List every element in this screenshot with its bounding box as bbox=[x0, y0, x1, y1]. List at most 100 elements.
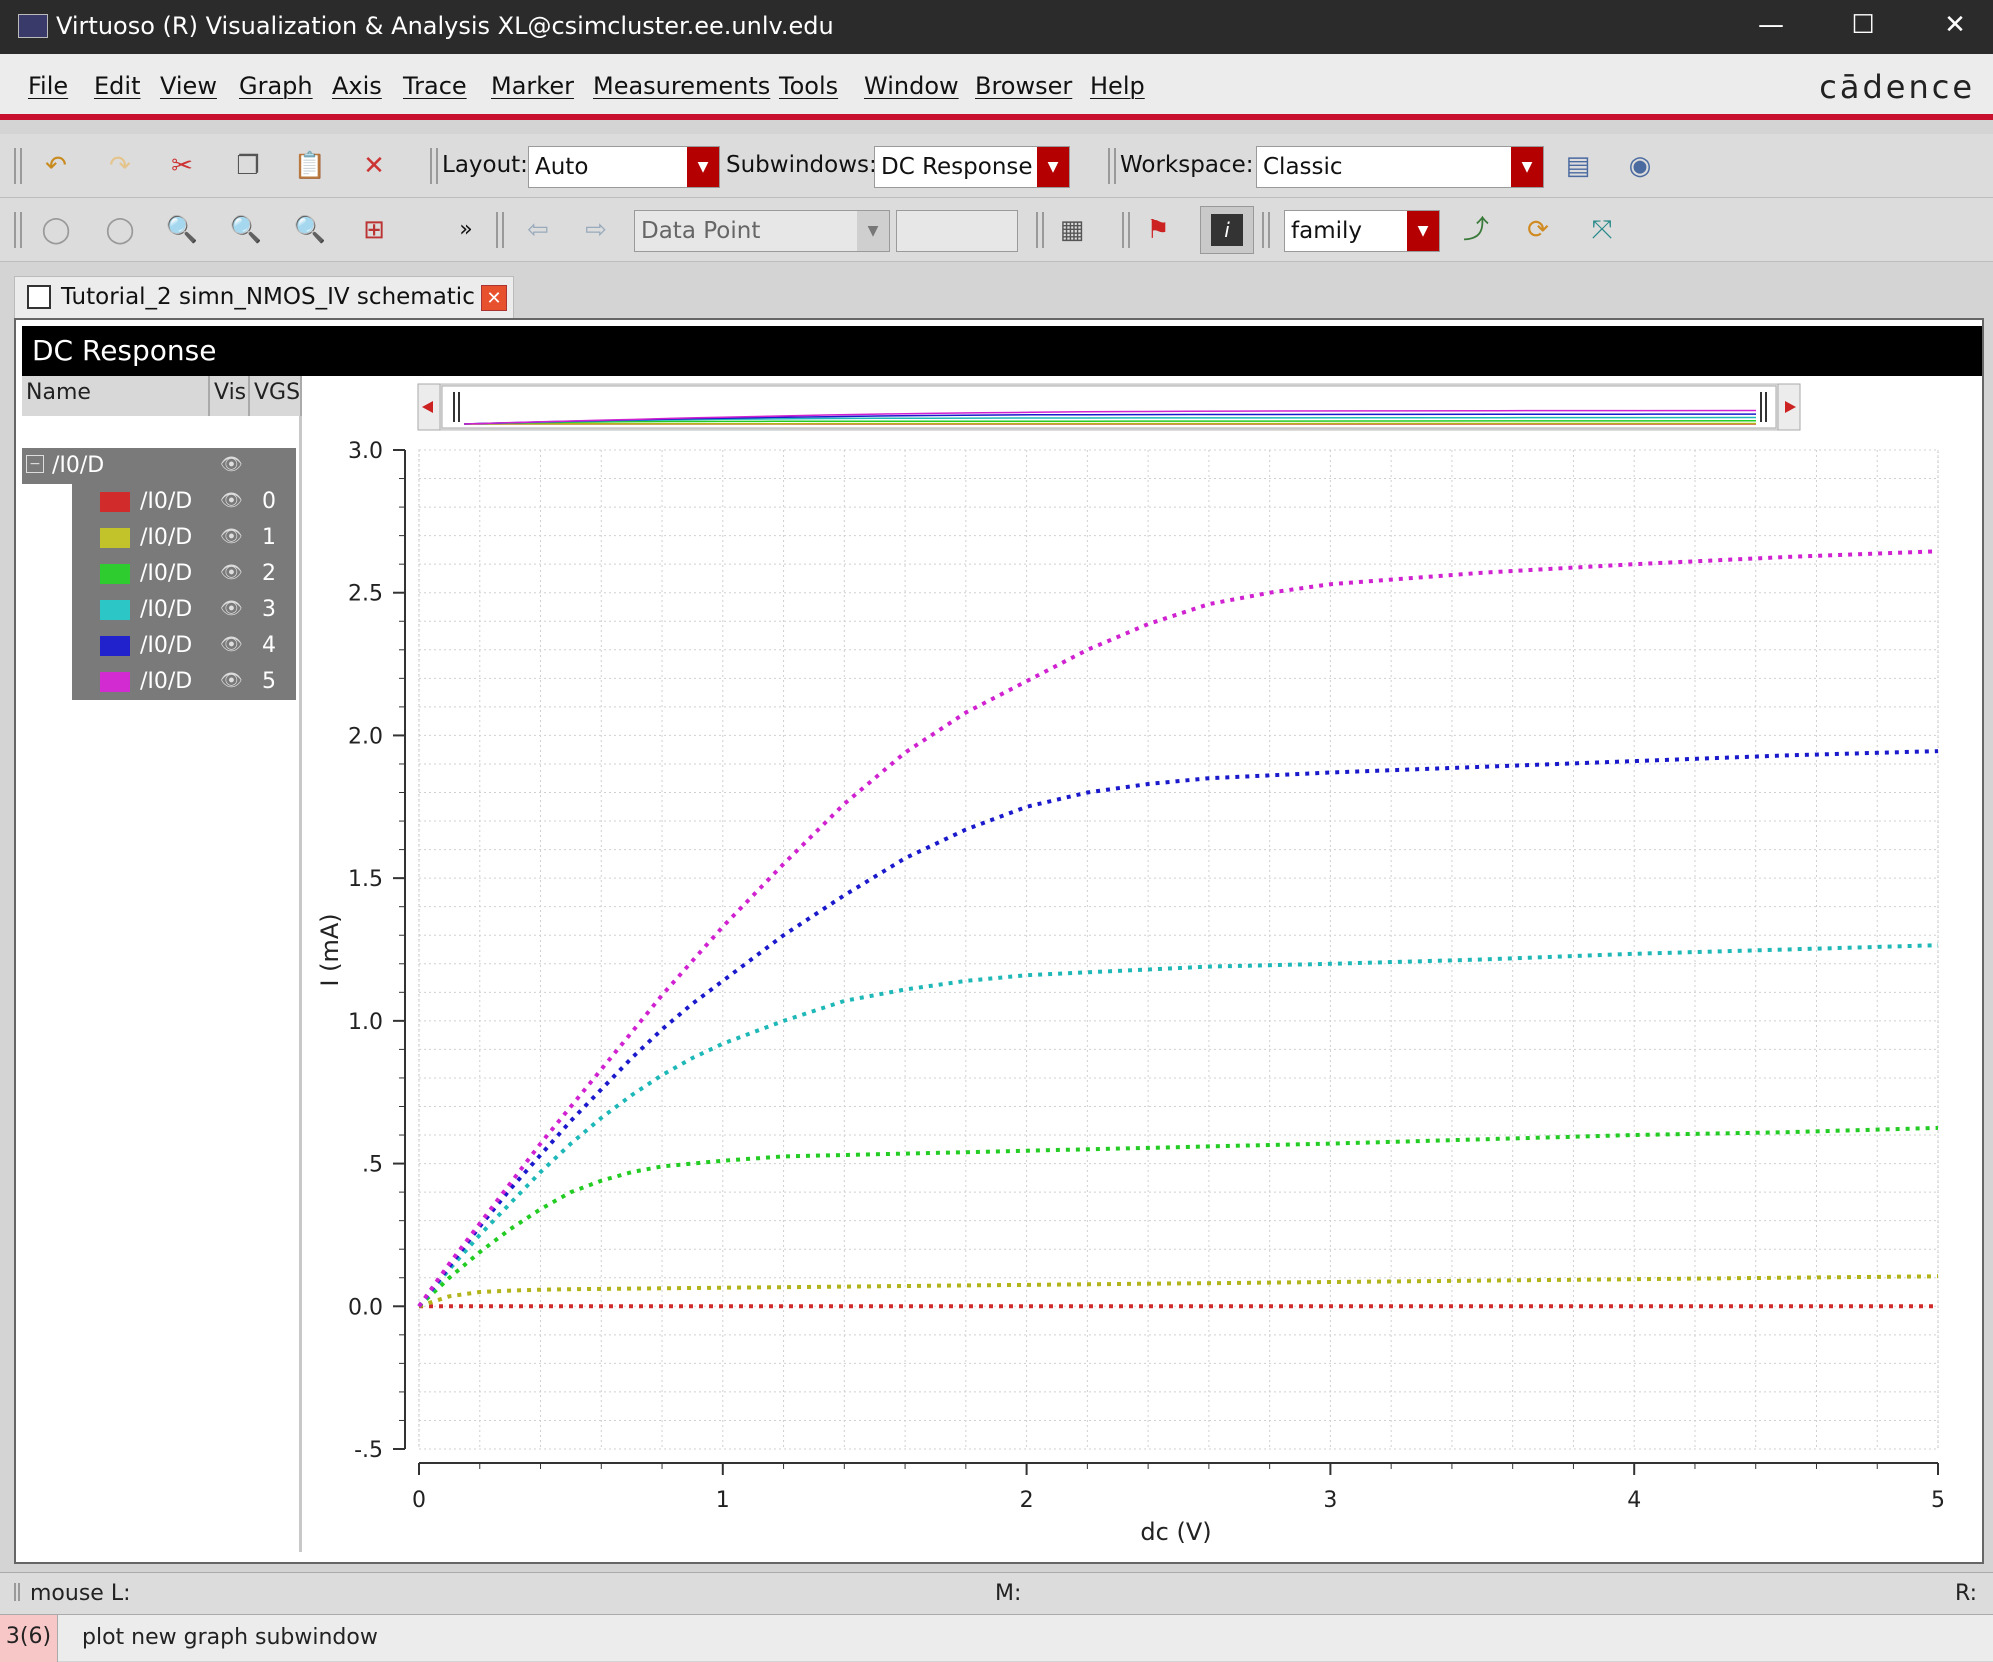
subwindow-title: DC Response bbox=[22, 326, 1982, 376]
zoom-icon[interactable]: 🔍 bbox=[162, 210, 202, 250]
status-grip bbox=[14, 1583, 20, 1601]
visibility-eye-icon[interactable]: 👁 bbox=[220, 670, 243, 691]
menu-trace[interactable]: Trace bbox=[403, 72, 467, 100]
toolbar-grip[interactable] bbox=[1122, 212, 1130, 248]
menu-help[interactable]: Help bbox=[1090, 72, 1145, 100]
flag-icon[interactable]: ⚑ bbox=[1138, 210, 1178, 250]
calculator-icon[interactable]: ▦ bbox=[1052, 210, 1092, 250]
menu-browser[interactable]: Browser bbox=[975, 72, 1072, 100]
marker-mode-select[interactable]: Data Point ▼ bbox=[634, 210, 890, 252]
marker-value-input[interactable] bbox=[896, 210, 1018, 252]
x-axis-label: dc (V) bbox=[1140, 1518, 1211, 1546]
window-title: Virtuoso (R) Visualization & Analysis XL… bbox=[56, 12, 834, 40]
paste-icon[interactable]: 📋 bbox=[290, 146, 330, 186]
menu-axis[interactable]: Axis bbox=[332, 72, 382, 100]
x-tick-label: 2 bbox=[1020, 1488, 1034, 1513]
menu-tools[interactable]: Tools bbox=[779, 72, 838, 100]
visibility-eye-icon[interactable]: 👁 bbox=[220, 598, 243, 619]
menu-marker[interactable]: Marker bbox=[491, 72, 574, 100]
trace-row[interactable]: /I0/D 👁 3 bbox=[72, 592, 296, 628]
layout-select[interactable]: Auto ▼ bbox=[528, 146, 720, 188]
graph-toolbar: ◯ ◯ 🔍 🔍 🔍 ⊞ » ⇦ ⇨ Data Point ▼ ▦ ⚑ i fam… bbox=[0, 198, 1993, 262]
fit-icon[interactable]: ⊞ bbox=[354, 210, 394, 250]
toolbar-grip[interactable] bbox=[14, 212, 22, 248]
column-header-vgs[interactable]: VGS bbox=[250, 376, 302, 416]
minimize-button[interactable]: — bbox=[1725, 0, 1817, 54]
column-header-name[interactable]: Name bbox=[22, 376, 210, 416]
close-button[interactable]: ✕ bbox=[1909, 0, 1993, 54]
command-status-bar: 3(6) plot new graph subwindow bbox=[0, 1614, 1993, 1662]
y-tick-label: 1.5 bbox=[348, 867, 383, 892]
more-tools-button[interactable]: » bbox=[446, 210, 486, 250]
redo-icon[interactable]: ↷ bbox=[100, 146, 140, 186]
trace-family-icon[interactable]: ⤴ bbox=[1456, 210, 1496, 250]
visibility-eye-icon[interactable]: 👁 bbox=[220, 562, 243, 583]
delete-icon[interactable]: ✕ bbox=[354, 146, 394, 186]
menu-file[interactable]: File bbox=[28, 72, 68, 100]
column-header-vis[interactable]: Vis bbox=[210, 376, 250, 416]
visibility-eye-icon[interactable]: 👁 bbox=[220, 490, 243, 511]
toolbar-grip[interactable] bbox=[1108, 148, 1116, 184]
visibility-eye-icon[interactable]: 👁 bbox=[220, 526, 243, 547]
copy-icon[interactable]: ❐ bbox=[228, 146, 268, 186]
next-point-icon[interactable]: ⇨ bbox=[576, 210, 616, 250]
back-icon[interactable]: ◯ bbox=[36, 210, 76, 250]
split-traces-icon[interactable]: ⤧ bbox=[1582, 210, 1622, 250]
grid bbox=[418, 449, 1939, 1450]
chevron-down-icon[interactable]: ▼ bbox=[687, 147, 719, 187]
chevron-down-icon[interactable]: ▼ bbox=[1407, 211, 1439, 251]
chevron-down-icon[interactable]: ▼ bbox=[1511, 147, 1543, 187]
cut-icon[interactable]: ✂ bbox=[162, 146, 202, 186]
collapse-icon[interactable]: − bbox=[26, 455, 44, 473]
overview-strip[interactable] bbox=[417, 383, 1801, 431]
trace-row[interactable]: /I0/D 👁 1 bbox=[72, 520, 296, 556]
visibility-eye-icon[interactable]: 👁 bbox=[220, 454, 243, 475]
refresh-icon[interactable]: ⟳ bbox=[1518, 210, 1558, 250]
x-tick-label: 4 bbox=[1627, 1488, 1641, 1513]
zoom-in-icon[interactable]: 🔍 bbox=[226, 210, 266, 250]
toolbar-grip[interactable] bbox=[1036, 212, 1044, 248]
menu-bar: File Edit View Graph Axis Trace Marker M… bbox=[0, 54, 1993, 120]
marker-mode-value: Data Point bbox=[641, 218, 761, 244]
close-tab-icon[interactable]: ✕ bbox=[481, 285, 507, 311]
forward-icon[interactable]: ◯ bbox=[100, 210, 140, 250]
y-axis-label: I (mA) bbox=[316, 913, 344, 986]
tab-schematic[interactable]: Tutorial_2 simn_NMOS_IV schematic ✕ bbox=[14, 276, 514, 318]
trace-color-swatch bbox=[100, 636, 130, 656]
workspace-select[interactable]: Classic ▼ bbox=[1256, 146, 1544, 188]
subwindows-select[interactable]: DC Response ▼ bbox=[874, 146, 1070, 188]
zoom-out-icon[interactable]: 🔍 bbox=[290, 210, 330, 250]
trace-group-row[interactable]: − /I0/D 👁 bbox=[22, 448, 296, 484]
visibility-eye-icon[interactable]: 👁 bbox=[220, 634, 243, 655]
menu-window[interactable]: Window bbox=[864, 72, 959, 100]
menu-graph[interactable]: Graph bbox=[239, 72, 313, 100]
menu-view[interactable]: View bbox=[160, 72, 217, 100]
tab-label: Tutorial_2 simn_NMOS_IV schematic bbox=[61, 284, 475, 310]
trace-name: /I0/D bbox=[140, 489, 193, 514]
previous-point-icon[interactable]: ⇦ bbox=[518, 210, 558, 250]
trace-row[interactable]: /I0/D 👁 2 bbox=[72, 556, 296, 592]
command-count: 3(6) bbox=[0, 1615, 58, 1662]
menu-measurements[interactable]: Measurements bbox=[593, 72, 770, 100]
chevron-down-icon[interactable]: ▼ bbox=[857, 211, 889, 251]
save-workspace-icon[interactable]: ▤ bbox=[1558, 146, 1598, 186]
trace-row[interactable]: /I0/D 👁 5 bbox=[72, 664, 296, 700]
workspace-label: Workspace: bbox=[1120, 152, 1254, 178]
maximize-button[interactable]: ☐ bbox=[1817, 0, 1909, 54]
toolbar-grip[interactable] bbox=[1262, 212, 1270, 248]
toolbar-grip[interactable] bbox=[496, 212, 504, 248]
undo-icon[interactable]: ↶ bbox=[36, 146, 76, 186]
delete-workspace-icon[interactable]: ◉ bbox=[1620, 146, 1660, 186]
toolbar-grip[interactable] bbox=[430, 148, 438, 184]
trace-vgs: 1 bbox=[262, 525, 276, 550]
view-mode-select[interactable]: family ▼ bbox=[1284, 210, 1440, 252]
toolbar-grip[interactable] bbox=[14, 148, 22, 184]
trace-row[interactable]: /I0/D 👁 0 bbox=[72, 484, 296, 520]
menu-edit[interactable]: Edit bbox=[94, 72, 140, 100]
trace-vgs: 0 bbox=[262, 489, 276, 514]
chevron-down-icon[interactable]: ▼ bbox=[1037, 147, 1069, 187]
subwindows-label: Subwindows: bbox=[726, 152, 877, 178]
info-icon[interactable]: i bbox=[1200, 206, 1254, 254]
trace-row[interactable]: /I0/D 👁 4 bbox=[72, 628, 296, 664]
dc-response-graph[interactable]: -.5 0.0 .5 1.0 1.5 2.0 2.5 3.0 0 1 2 3 4 5 I (mA) dc… bbox=[305, 376, 1978, 1552]
